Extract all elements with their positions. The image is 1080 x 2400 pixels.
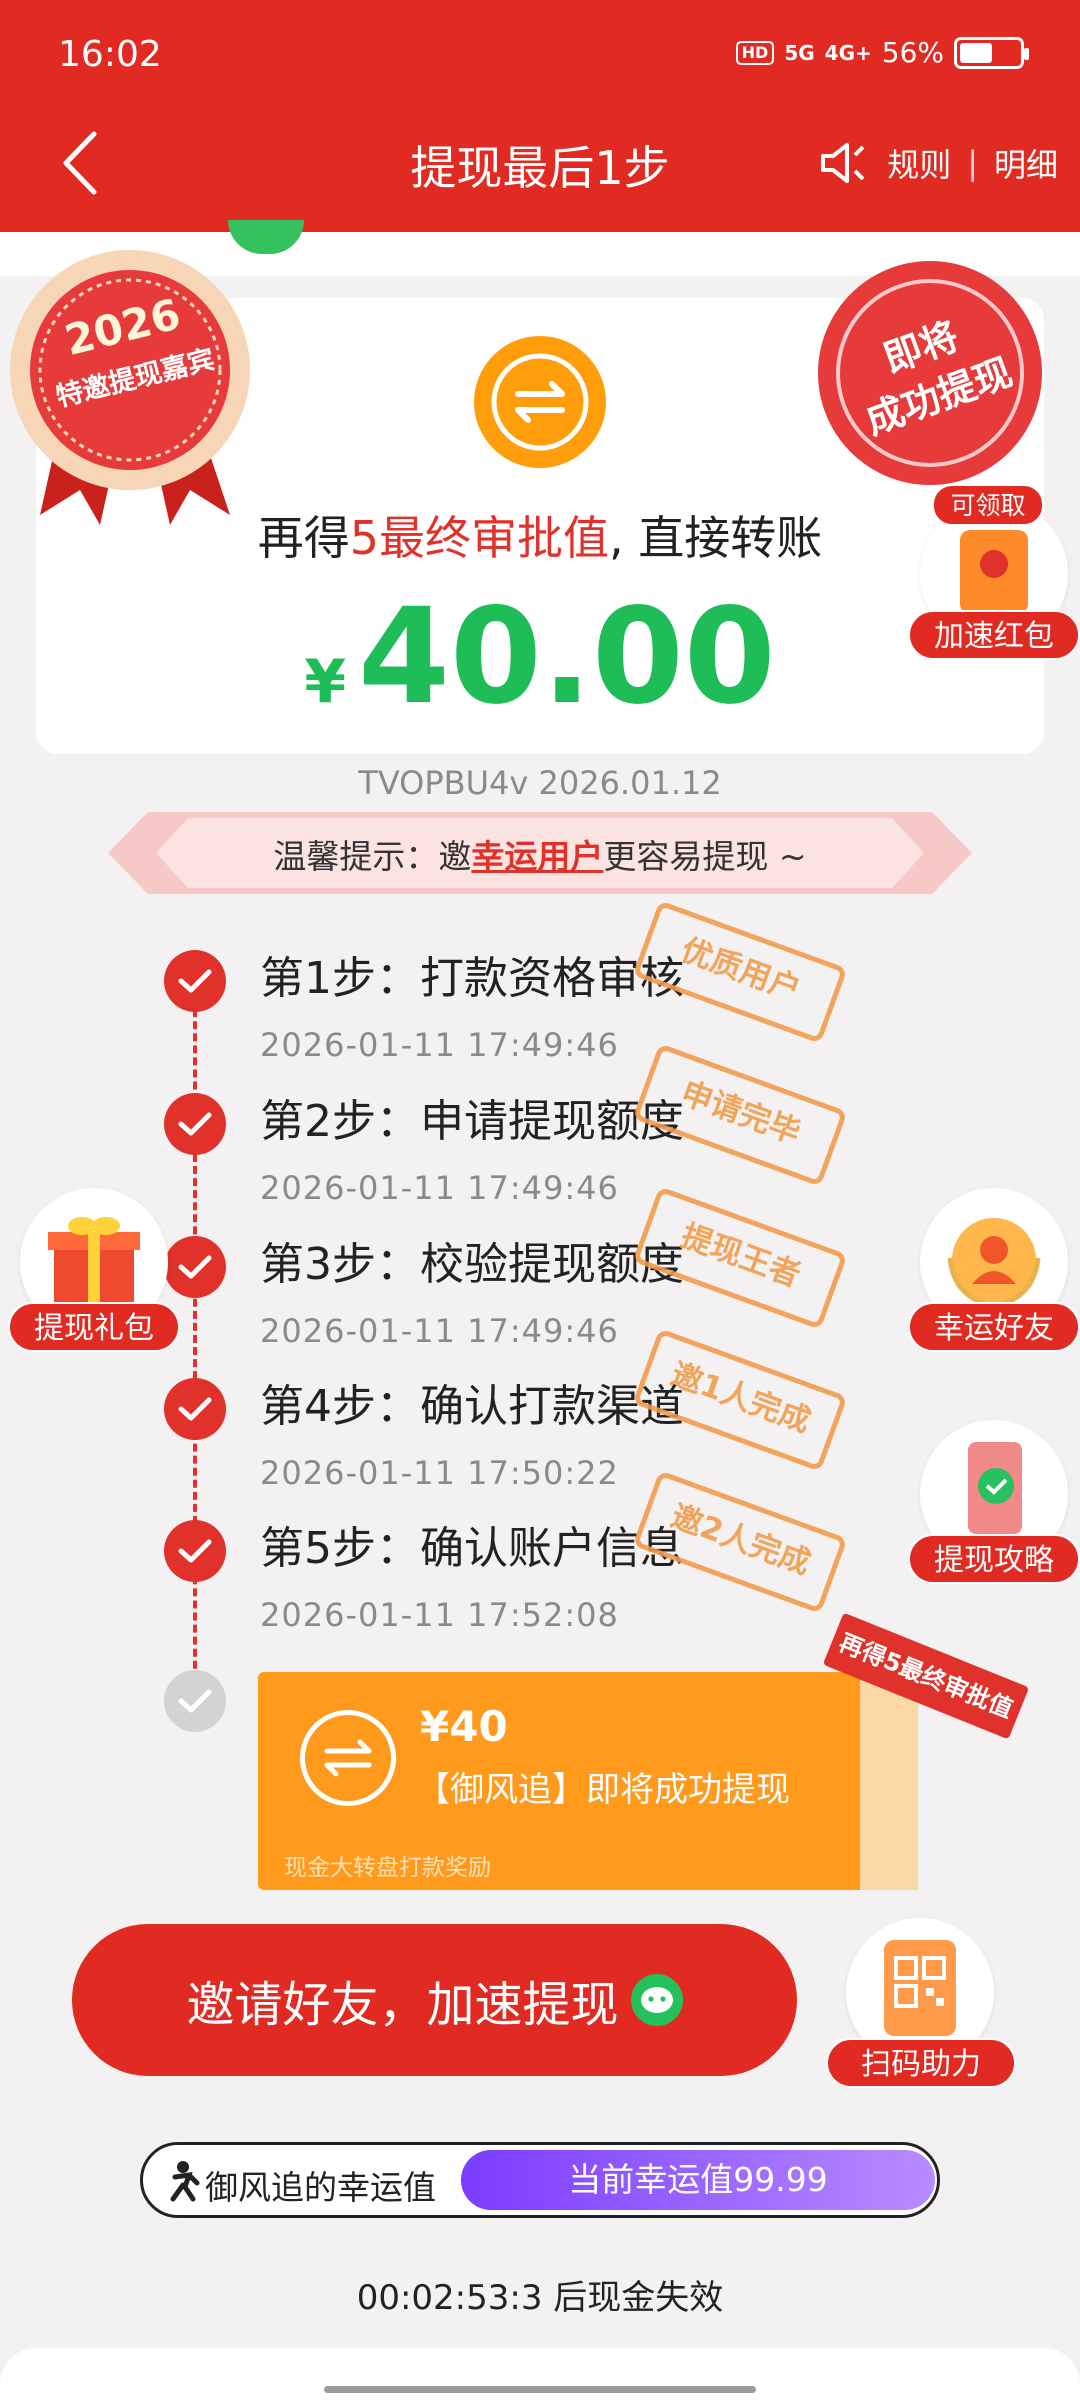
reward-description: 【御风追】即将成功提现 [416, 1770, 790, 1810]
withdraw-gift-label: 提现礼包 [8, 1302, 180, 1352]
transfer-coin-icon [474, 336, 606, 468]
withdraw-gift-widget[interactable]: 提现礼包 [8, 1188, 180, 1352]
step-title-3: 第3步：校验提现额度 [260, 1239, 684, 1290]
invite-button-label: 邀请好友，加速提现 [186, 1977, 619, 2033]
runner-icon [170, 2161, 200, 2202]
status-time: 16:02 [58, 34, 162, 75]
lucky-friend-label: 幸运好友 [908, 1302, 1080, 1352]
luck-value: 当前幸运值99.99 [461, 2150, 935, 2210]
subtitle-highlight: 5最终审批值 [349, 511, 610, 565]
withdraw-guide-label: 提现攻略 [908, 1534, 1080, 1584]
step-title-1: 第1步：打款资格审核 [260, 953, 684, 1004]
lucky-user-link[interactable]: 幸运用户 [471, 837, 603, 876]
speaker-icon[interactable] [819, 141, 867, 185]
check-icon [178, 1112, 212, 1136]
tip-banner: 温馨提示：邀幸运用户更容易提现 ~ [108, 812, 972, 894]
tip-prefix: 温馨提示：邀 [273, 837, 472, 876]
header-separator: | [967, 144, 978, 182]
reward-card-side [860, 1672, 918, 1890]
step-time-3: 2026-01-11 17:49:46 [260, 1312, 619, 1350]
amount-value: 40.00 [358, 580, 776, 734]
speed-red-packet-label: 加速红包 [908, 610, 1080, 660]
luck-label: 御风追的幸运值 [205, 2168, 436, 2207]
tip-suffix: 更容易提现 ~ [603, 837, 807, 876]
check-icon [178, 1255, 212, 1279]
step-time-2: 2026-01-11 17:49:46 [260, 1169, 619, 1207]
reward-transfer-icon [300, 1710, 396, 1806]
reward-amount: ¥40 [420, 1702, 508, 1751]
check-icon [178, 969, 212, 993]
hd-icon: HD [735, 40, 775, 65]
step-check-4 [164, 1378, 226, 1440]
reward-footnote: 现金大转盘打款奖励 [284, 1855, 491, 1881]
step-stamp-3: 提现王者 [632, 1186, 848, 1330]
code-date-line: TVOPBU4v 2026.01.12 [358, 764, 722, 802]
cash-expire-countdown: 00:02:53:3 后现金失效 [356, 2278, 724, 2318]
step-check-1 [164, 950, 226, 1012]
check-icon [178, 1397, 212, 1421]
step-time-4: 2026-01-11 17:50:22 [260, 1454, 619, 1492]
lucky-friend-widget[interactable]: 幸运好友 [908, 1188, 1080, 1352]
check-icon [178, 1539, 212, 1563]
invite-friends-button[interactable]: 邀请好友，加速提现 [72, 1924, 797, 2076]
scan-assist-label: 扫码助力 [826, 2038, 1016, 2088]
step-stamp-1: 优质用户 [632, 900, 848, 1044]
withdraw-guide-widget[interactable]: 提现攻略 [908, 1420, 1080, 1584]
tip-text: 温馨提示：邀幸运用户更容易提现 ~ [108, 830, 972, 878]
claimable-tag: 可领取 [932, 484, 1044, 526]
step-stamp-5: 邀2人完成 [632, 1470, 848, 1614]
step-stamp-4: 邀1人完成 [632, 1328, 848, 1472]
subtitle-suffix: , 直接转账 [609, 511, 823, 565]
final-step-check [164, 1670, 226, 1732]
step-stamp-2: 申请完毕 [632, 1043, 848, 1187]
battery-percent: 56% [881, 36, 944, 69]
rules-link[interactable]: 规则 [887, 140, 951, 186]
subtitle-prefix: 再得 [257, 511, 350, 565]
luck-value-bar: 御风追的幸运值 当前幸运值99.99 [140, 2142, 940, 2218]
step-check-2 [164, 1093, 226, 1155]
battery-fill [960, 42, 992, 63]
step-time-1: 2026-01-11 17:49:46 [260, 1026, 619, 1064]
signal-5g-icon: 5G [784, 40, 815, 65]
home-indicator[interactable] [324, 2386, 756, 2393]
step-title-4: 第4步：确认打款渠道 [260, 1381, 684, 1432]
currency-symbol: ¥ [304, 647, 347, 717]
status-icons: HD 5G 4G+ 56% [735, 36, 1029, 69]
step-title-2: 第2步：申请提现额度 [260, 1096, 684, 1147]
step-check-5 [164, 1520, 226, 1582]
wechat-icon [630, 1974, 683, 2026]
scan-assist-widget[interactable]: 扫码助力 [826, 1918, 1016, 2088]
details-link[interactable]: 明细 [994, 140, 1058, 186]
check-icon [178, 1689, 212, 1713]
header-actions: 规则 | 明细 [819, 140, 1058, 186]
signal-4g-icon: 4G+ [824, 40, 872, 65]
battery-icon [954, 36, 1029, 69]
step-time-5: 2026-01-11 17:52:08 [260, 1596, 619, 1634]
step-title-5: 第5步：确认账户信息 [260, 1523, 684, 1574]
